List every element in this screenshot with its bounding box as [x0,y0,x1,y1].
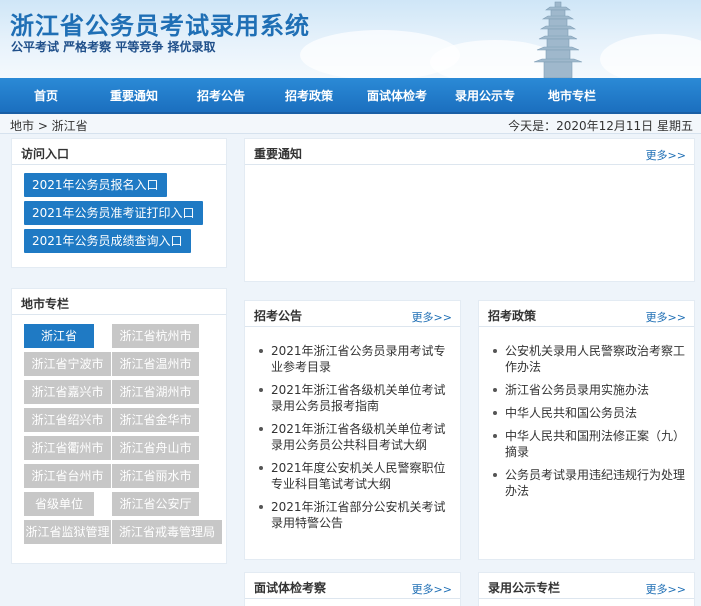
publicity-panel: 录用公示专栏 更多>> [478,572,695,606]
city-hangzhou[interactable]: 浙江省杭州市 [112,324,199,348]
nav-city-column[interactable]: 地市专栏 [540,78,604,114]
recruit-panel-header: 招考公告 更多>> [245,301,460,327]
city-panel-title: 地市专栏 [21,297,70,311]
city-panel: 地市专栏 浙江省 浙江省杭州市 浙江省宁波市 浙江省温州市 浙江省嘉兴市 浙江省… [11,288,227,564]
city-rehab-admin[interactable]: 浙江省戒毒管理局 [112,520,222,544]
interview-more-link[interactable]: 更多>> [412,581,452,597]
list-item[interactable]: 中华人民共和国刑法修正案（九）摘录 [491,428,689,460]
main-nav: 首页 重要通知 招考公告 招考政策 面试体检考 录用公示专 地市专栏 [0,78,701,114]
publicity-panel-title: 录用公示专栏 [488,581,561,595]
nav-recruit-policy[interactable]: 招考政策 [276,78,342,114]
list-item[interactable]: 中华人民共和国公务员法 [491,405,689,421]
list-item[interactable]: 2021年浙江省公务员录用考试专业参考目录 [257,343,457,375]
list-item[interactable]: 浙江省公务员录用实施办法 [491,382,689,398]
city-zhejiang[interactable]: 浙江省 [24,324,94,348]
nav-home[interactable]: 首页 [14,78,78,114]
recruit-list: 2021年浙江省公务员录用考试专业参考目录 2021年浙江省各级机关单位考试录用… [257,343,457,538]
score-query-entry-button[interactable]: 2021年公务员成绩查询入口 [24,229,191,253]
registration-entry-button[interactable]: 2021年公务员报名入口 [24,173,167,197]
site-title: 浙江省公务员考试录用系统 [10,12,310,40]
city-taizhou[interactable]: 浙江省台州市 [24,464,111,488]
city-public-security[interactable]: 浙江省公安厅 [112,492,199,516]
city-wenzhou[interactable]: 浙江省温州市 [112,352,199,376]
current-date: 今天是：2020年12月11日 星期五 [508,119,693,133]
site-slogan: 公平考试 严格考察 平等竞争 择优录取 [11,40,216,54]
list-item[interactable]: 2021年浙江省部分公安机关考试录用特警公告 [257,499,457,531]
list-item[interactable]: 2021年浙江省各级机关单位考试录用公务员报考指南 [257,382,457,414]
city-jiaxing[interactable]: 浙江省嘉兴市 [24,380,111,404]
cloud-decoration [600,34,701,78]
city-huzhou[interactable]: 浙江省湖州市 [112,380,199,404]
list-item[interactable]: 公安机关录用人民警察政治考察工作办法 [491,343,689,375]
notices-panel: 重要通知 更多>> [244,138,695,282]
nav-hiring-publicity[interactable]: 录用公示专 [448,78,522,114]
interview-panel-header: 面试体检考察 更多>> [245,573,460,599]
publicity-more-link[interactable]: 更多>> [646,581,686,597]
policy-panel: 招考政策 更多>> 公安机关录用人民警察政治考察工作办法 浙江省公务员录用实施办… [478,300,695,560]
recruit-panel: 招考公告 更多>> 2021年浙江省公务员录用考试专业参考目录 2021年浙江省… [244,300,461,560]
breadcrumb-bar: 地市 > 浙江省 今天是：2020年12月11日 星期五 [0,114,701,134]
notices-panel-header: 重要通知 更多>> [245,139,694,165]
city-panel-header: 地市专栏 [12,289,226,315]
list-item[interactable]: 2021年浙江省各级机关单位考试录用公务员公共科目考试大纲 [257,421,457,453]
policy-panel-title: 招考政策 [488,309,537,323]
list-item[interactable]: 公务员考试录用违纪违规行为处理办法 [491,467,689,499]
city-lishui[interactable]: 浙江省丽水市 [112,464,199,488]
city-jinhua[interactable]: 浙江省金华市 [112,408,199,432]
pagoda-illustration [533,1,583,78]
access-panel: 访问入口 2021年公务员报名入口 2021年公务员准考证打印入口 2021年公… [11,138,227,268]
recruit-more-link[interactable]: 更多>> [412,309,452,325]
city-provincial-units[interactable]: 省级单位 [24,492,94,516]
city-shaoxing[interactable]: 浙江省绍兴市 [24,408,111,432]
nav-recruit-announcements[interactable]: 招考公告 [188,78,254,114]
interview-panel-title: 面试体检考察 [254,581,327,595]
access-panel-header: 访问入口 [12,139,226,165]
notices-panel-title: 重要通知 [254,147,303,161]
list-item[interactable]: 2021年度公安机关人民警察职位专业科目笔试考试大纲 [257,460,457,492]
city-ningbo[interactable]: 浙江省宁波市 [24,352,111,376]
city-prison-admin[interactable]: 浙江省监狱管理 [24,520,111,544]
policy-list: 公安机关录用人民警察政治考察工作办法 浙江省公务员录用实施办法 中华人民共和国公… [491,343,689,506]
policy-more-link[interactable]: 更多>> [646,309,686,325]
site-header: 浙江省公务员考试录用系统 公平考试 严格考察 平等竞争 择优录取 [0,0,701,78]
publicity-panel-header: 录用公示专栏 更多>> [479,573,694,599]
access-panel-title: 访问入口 [21,147,70,161]
recruit-panel-title: 招考公告 [254,309,303,323]
breadcrumb: 地市 > 浙江省 [10,119,88,133]
interview-panel: 面试体检考察 更多>> [244,572,461,606]
admission-ticket-entry-button[interactable]: 2021年公务员准考证打印入口 [24,201,203,225]
nav-interview-exam[interactable]: 面试体检考 [360,78,434,114]
notices-more-link[interactable]: 更多>> [646,147,686,163]
nav-important-notices[interactable]: 重要通知 [100,78,168,114]
city-zhoushan[interactable]: 浙江省舟山市 [112,436,199,460]
city-quzhou[interactable]: 浙江省衢州市 [24,436,111,460]
policy-panel-header: 招考政策 更多>> [479,301,694,327]
